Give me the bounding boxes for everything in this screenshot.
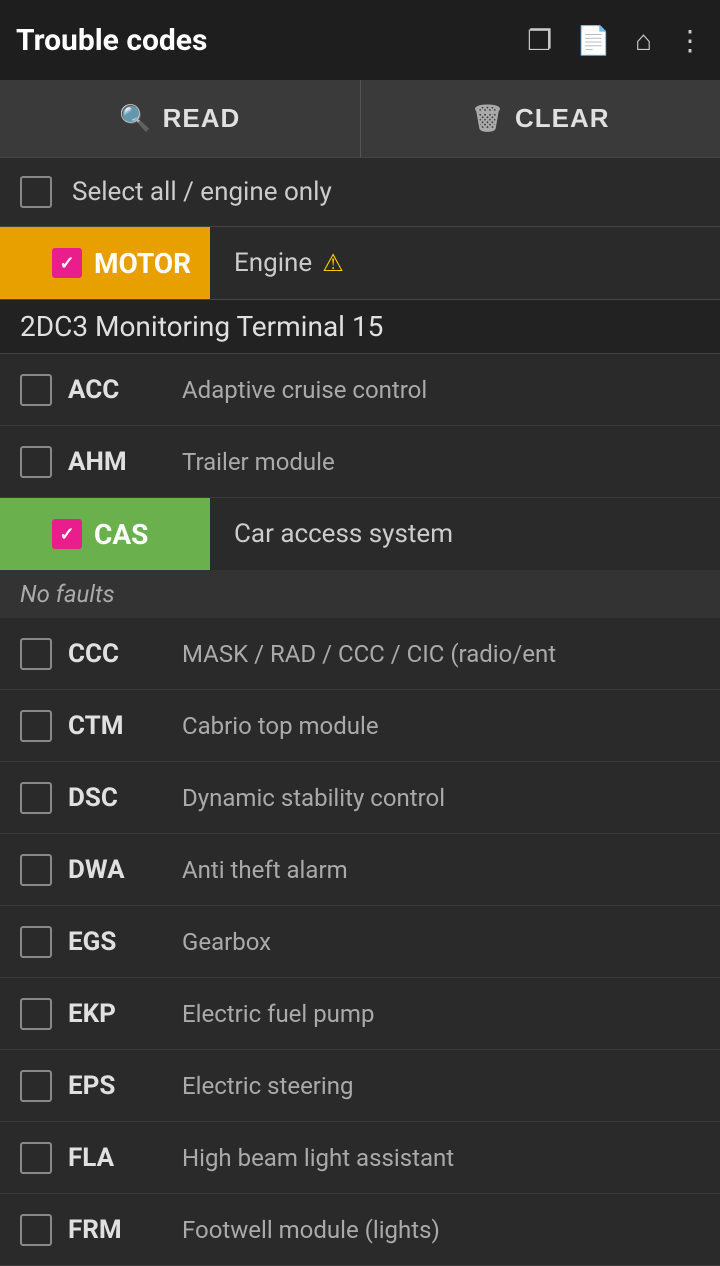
ekp-desc: Electric fuel pump <box>182 1000 720 1028</box>
list-item[interactable]: FLA High beam light assistant <box>0 1122 720 1194</box>
list-item[interactable]: EGS Gearbox <box>0 906 720 978</box>
dwa-desc: Anti theft alarm <box>182 856 720 884</box>
motor-desc-text: Engine <box>234 248 312 278</box>
fla-checkbox[interactable] <box>20 1142 52 1174</box>
ahm-desc: Trailer module <box>182 448 720 476</box>
no-faults-status: No faults <box>0 570 720 618</box>
ccc-checkbox[interactable] <box>20 638 52 670</box>
clear-label: CLEAR <box>515 103 610 134</box>
frm-checkbox[interactable] <box>20 1214 52 1246</box>
motor-code: MOTOR <box>94 247 191 280</box>
copy-icon[interactable]: ❐ <box>527 24 552 57</box>
dsc-desc: Dynamic stability control <box>182 784 720 812</box>
toolbar: 🔍 READ 🗑 CLEAR <box>0 80 720 158</box>
acc-checkbox[interactable] <box>20 374 52 406</box>
more-icon[interactable]: ⋮ <box>676 24 704 57</box>
dsc-code: DSC <box>52 783 182 813</box>
fla-code: FLA <box>52 1143 182 1173</box>
file-icon[interactable]: 📄 <box>576 24 611 57</box>
ctm-code: CTM <box>52 711 182 741</box>
ahm-code: AHM <box>52 447 182 477</box>
section-title: 2DC3 Monitoring Terminal 15 <box>20 310 383 343</box>
list-item[interactable]: EPS Electric steering <box>0 1050 720 1122</box>
acc-desc: Adaptive cruise control <box>182 376 720 404</box>
select-all-row[interactable]: Select all / engine only <box>0 158 720 227</box>
ekp-code: EKP <box>52 999 182 1029</box>
egs-code: EGS <box>52 927 182 957</box>
list-item[interactable]: CCC MASK / RAD / CCC / CIC (radio/ent <box>0 618 720 690</box>
frm-code: FRM <box>52 1215 182 1245</box>
motor-description: Engine ⚠ <box>210 248 720 278</box>
fla-desc: High beam light assistant <box>182 1144 720 1172</box>
list-item[interactable]: FRM Footwell module (lights) <box>0 1194 720 1266</box>
ccc-code: CCC <box>52 639 182 669</box>
read-button[interactable]: 🔍 READ <box>0 80 361 157</box>
ctm-desc: Cabrio top module <box>182 712 720 740</box>
clear-button[interactable]: 🗑 CLEAR <box>361 80 720 157</box>
list-item[interactable]: ACC Adaptive cruise control <box>0 354 720 426</box>
cas-code: CAS <box>94 518 148 551</box>
read-label: READ <box>163 103 241 134</box>
status-text: No faults <box>20 580 115 608</box>
trash-icon: 🗑 <box>471 103 505 134</box>
motor-module-row[interactable]: MOTOR Engine ⚠ <box>0 227 720 299</box>
list-item[interactable]: CTM Cabrio top module <box>0 690 720 762</box>
ahm-checkbox[interactable] <box>20 446 52 478</box>
acc-code: ACC <box>52 375 182 405</box>
select-all-checkbox[interactable] <box>20 176 52 208</box>
egs-desc: Gearbox <box>182 928 720 956</box>
cas-module-label[interactable]: CAS <box>0 498 210 570</box>
header: Trouble codes ❐ 📄 ⌂ ⋮ <box>0 0 720 80</box>
eps-desc: Electric steering <box>182 1072 720 1100</box>
dwa-checkbox[interactable] <box>20 854 52 886</box>
egs-checkbox[interactable] <box>20 926 52 958</box>
eps-checkbox[interactable] <box>20 1070 52 1102</box>
eps-code: EPS <box>52 1071 182 1101</box>
frm-desc: Footwell module (lights) <box>182 1216 720 1244</box>
section-header: 2DC3 Monitoring Terminal 15 <box>0 299 720 354</box>
ekp-checkbox[interactable] <box>20 998 52 1030</box>
list-item[interactable]: AHM Trailer module <box>0 426 720 498</box>
search-icon: 🔍 <box>119 103 152 134</box>
dwa-code: DWA <box>52 855 182 885</box>
motor-module-label[interactable]: MOTOR <box>0 227 210 299</box>
ccc-desc: MASK / RAD / CCC / CIC (radio/ent <box>182 640 720 668</box>
list-item[interactable]: EKP Electric fuel pump <box>0 978 720 1050</box>
cas-module-row[interactable]: CAS Car access system <box>0 498 720 570</box>
select-all-label: Select all / engine only <box>72 177 332 207</box>
warning-icon: ⚠ <box>322 249 344 277</box>
cas-description: Car access system <box>210 519 720 549</box>
header-icons: ❐ 📄 ⌂ ⋮ <box>527 24 704 57</box>
motor-checkbox[interactable] <box>52 248 82 278</box>
home-icon[interactable]: ⌂ <box>635 24 652 57</box>
dsc-checkbox[interactable] <box>20 782 52 814</box>
list-item[interactable]: DWA Anti theft alarm <box>0 834 720 906</box>
list-item[interactable]: DSC Dynamic stability control <box>0 762 720 834</box>
ctm-checkbox[interactable] <box>20 710 52 742</box>
page-title: Trouble codes <box>16 23 527 58</box>
cas-checkbox[interactable] <box>52 519 82 549</box>
cas-desc-text: Car access system <box>234 519 453 549</box>
